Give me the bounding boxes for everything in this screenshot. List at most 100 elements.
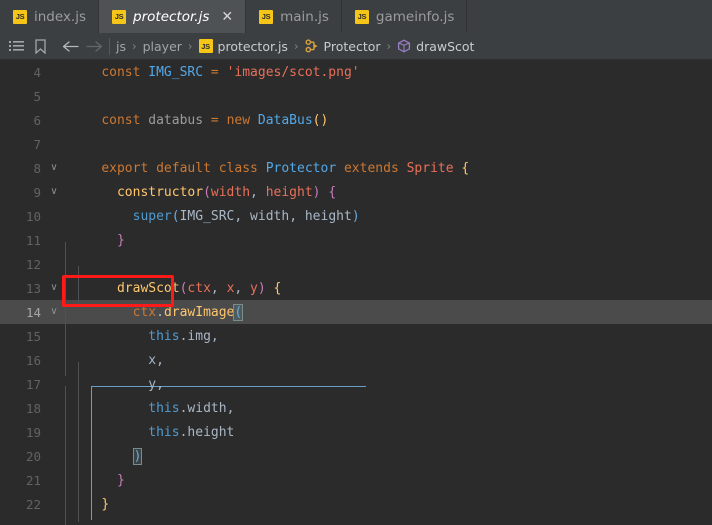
code-token: IMG_SRC: [148, 64, 204, 80]
code-line[interactable]: 20 ): [0, 444, 712, 468]
code-line[interactable]: 7: [0, 132, 712, 156]
code-line[interactable]: 17 y,: [0, 372, 712, 396]
code-line[interactable]: 18 this.width,: [0, 396, 712, 420]
code-token: .img: [179, 328, 211, 344]
code-line[interactable]: 19 this.height: [0, 420, 712, 444]
code-line[interactable]: 10 super(IMG_SRC, width, height): [0, 204, 712, 228]
code-line[interactable]: 13 ∨ drawScot(ctx, x, y) {: [0, 276, 712, 300]
code-editor[interactable]: 4 const IMG_SRC = 'images/scot.png' 5 6 co…: [0, 60, 712, 525]
fold-chevron-icon[interactable]: ∨: [46, 283, 62, 293]
editor-tab-label: gameinfo.js: [375, 8, 455, 25]
fold-chevron-icon[interactable]: ∨: [46, 187, 62, 197]
editor-tab-main-js[interactable]: JS main.js: [246, 0, 342, 33]
js-file-icon: JS: [198, 39, 213, 53]
js-file-icon: JS: [259, 9, 274, 24]
code-text: constructor(width, height) {: [70, 185, 712, 200]
editor-tab-protector-js[interactable]: JS protector.js ✕: [99, 0, 247, 33]
back-arrow-icon[interactable]: [58, 34, 82, 58]
code-text: y,: [70, 377, 712, 392]
code-token: width: [210, 184, 251, 200]
code-token: (: [171, 208, 180, 224]
code-line[interactable]: 15 this.img,: [0, 324, 712, 348]
code-line[interactable]: 8 ∨ export default class Protector extend…: [0, 156, 712, 180]
line-number: 9: [33, 184, 41, 200]
fold-chevron-icon[interactable]: ∨: [46, 307, 62, 317]
code-token: ): [351, 208, 360, 224]
line-number: 16: [25, 352, 41, 368]
breadcrumb-item-protector-js[interactable]: JS protector.js: [198, 39, 289, 54]
bookmark-icon[interactable]: [28, 34, 52, 58]
toolbar-divider: [109, 37, 110, 55]
code-line[interactable]: 9 ∨ constructor(width, height) {: [0, 180, 712, 204]
code-token: x: [148, 352, 157, 368]
editor-tab-label: index.js: [34, 8, 87, 25]
code-text: const databus = new DataBus(): [70, 113, 712, 128]
code-line[interactable]: 4 const IMG_SRC = 'images/scot.png': [0, 60, 712, 84]
js-file-icon: JS: [354, 9, 369, 24]
code-token: Protector: [265, 160, 337, 176]
code-token: default: [156, 160, 211, 176]
code-line[interactable]: 11 }: [0, 228, 712, 252]
code-token: const: [101, 112, 141, 128]
code-text: x,: [70, 353, 712, 368]
code-token: }: [116, 232, 125, 248]
code-token: class: [218, 160, 258, 176]
line-number: 8: [33, 160, 41, 176]
editor-tab-label: protector.js: [133, 8, 210, 25]
code-text: export default class Protector extends S…: [70, 161, 712, 176]
fold-chevron-icon[interactable]: ∨: [46, 163, 62, 173]
code-line[interactable]: 5: [0, 84, 712, 108]
breadcrumb-item-player[interactable]: player: [142, 39, 183, 54]
line-number: 13: [25, 280, 41, 296]
code-line[interactable]: 21 }: [0, 468, 712, 492]
code-line[interactable]: 6 const databus = new DataBus(): [0, 108, 712, 132]
code-token: ,: [210, 328, 219, 344]
code-text: }: [70, 473, 712, 488]
line-number: 20: [25, 448, 41, 464]
code-token: y: [148, 376, 157, 392]
code-token: drawScot: [116, 280, 180, 296]
code-token: ,: [156, 352, 164, 368]
code-token: constructor: [116, 184, 204, 200]
forward-arrow-icon[interactable]: [82, 34, 106, 58]
code-token: .: [156, 304, 164, 320]
code-token: this: [148, 328, 180, 344]
close-icon[interactable]: ✕: [221, 10, 233, 24]
line-number: 12: [25, 256, 41, 272]
line-number: 15: [25, 328, 41, 344]
code-line[interactable]: 22 }: [0, 492, 712, 516]
line-number: 14: [25, 304, 41, 320]
code-token: this: [148, 400, 180, 416]
code-line[interactable]: 16 x,: [0, 348, 712, 372]
code-token: new: [226, 112, 251, 128]
menu-icon[interactable]: [4, 34, 28, 58]
breadcrumb-separator-icon: ›: [293, 39, 299, 53]
code-line[interactable]: 14 ∨ ctx.drawImage(: [0, 300, 712, 324]
code-line[interactable]: 12: [0, 252, 712, 276]
code-text: }: [70, 233, 712, 248]
breadcrumb-item-drawScot[interactable]: drawScot: [396, 39, 475, 54]
code-token: =: [210, 64, 219, 80]
breadcrumb-label: player: [142, 38, 182, 54]
editor-tab-index-js[interactable]: JS index.js: [0, 0, 100, 33]
code-token: IMG_SRC: [179, 208, 235, 224]
code-token: height: [265, 184, 313, 200]
editor-tab-gameinfo-js[interactable]: JS gameinfo.js: [342, 0, 468, 33]
code-token: databus: [148, 112, 204, 128]
breadcrumb-item-js[interactable]: js: [115, 39, 127, 54]
code-token: this: [148, 424, 180, 440]
ide-window: JS index.js JS protector.js ✕ JS main.js JS game…: [0, 0, 712, 525]
breadcrumb-item-Protector[interactable]: Protector: [304, 39, 382, 54]
line-number: 11: [25, 232, 41, 248]
method-icon: [397, 39, 411, 53]
code-token: (: [233, 303, 244, 321]
code-token: .height: [179, 424, 235, 440]
code-lines: 4 const IMG_SRC = 'images/scot.png' 5 6 co…: [0, 60, 712, 516]
